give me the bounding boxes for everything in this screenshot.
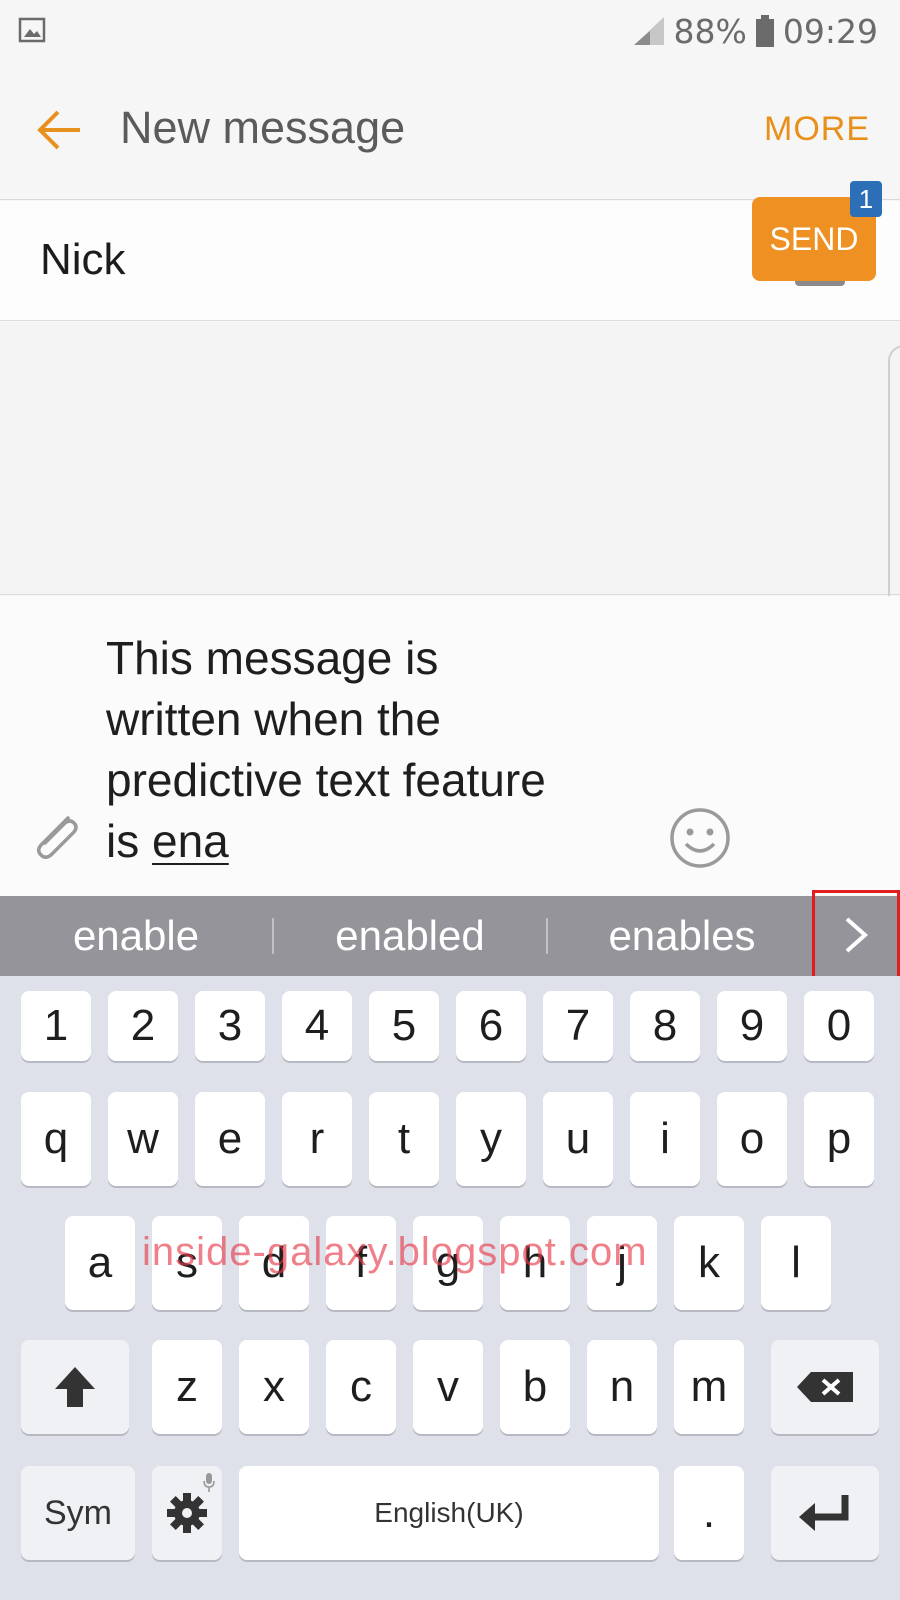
space-key[interactable]: English(UK) (239, 1466, 659, 1560)
key-z[interactable]: z (152, 1340, 222, 1434)
enter-icon (799, 1495, 849, 1531)
sim-badge: 1 (850, 181, 882, 217)
key-q[interactable]: q (21, 1092, 91, 1186)
message-line: predictive text feature (106, 754, 546, 806)
key-1[interactable]: 1 (21, 991, 91, 1061)
back-arrow-icon[interactable] (36, 108, 84, 152)
gallery-notification-icon (18, 17, 46, 43)
key-9[interactable]: 9 (717, 991, 787, 1061)
page-title: New message (120, 102, 406, 153)
key-j[interactable]: j (587, 1216, 657, 1310)
message-input[interactable]: This message is written when the predict… (106, 628, 666, 872)
compose-area: This message is written when the predict… (0, 596, 900, 896)
settings-key[interactable] (152, 1466, 222, 1560)
message-line-prefix: is (106, 815, 152, 867)
key-b[interactable]: b (500, 1340, 570, 1434)
gear-icon (167, 1493, 207, 1533)
chevron-right-icon (845, 917, 869, 953)
key-f[interactable]: f (326, 1216, 396, 1310)
message-line: is ena (106, 811, 666, 872)
signal-icon (633, 17, 664, 45)
key-h[interactable]: h (500, 1216, 570, 1310)
message-line: This message is (106, 632, 439, 684)
key-x[interactable]: x (239, 1340, 309, 1434)
key-s[interactable]: s (152, 1216, 222, 1310)
key-4[interactable]: 4 (282, 991, 352, 1061)
microphone-icon (203, 1473, 215, 1492)
composing-word: ena (152, 815, 229, 867)
battery-icon (755, 15, 774, 47)
key-d[interactable]: d (239, 1216, 309, 1310)
key-n[interactable]: n (587, 1340, 657, 1434)
conversation-area (0, 322, 900, 595)
shift-arrow-icon (55, 1367, 95, 1407)
recipient-name: Nick (40, 235, 126, 284)
suggestion-item[interactable]: enables (548, 896, 816, 976)
period-key[interactable]: . (674, 1466, 744, 1560)
status-right: 88% 09:29 (632, 8, 878, 54)
key-w[interactable]: w (108, 1092, 178, 1186)
key-m[interactable]: m (674, 1340, 744, 1434)
backspace-key[interactable] (771, 1340, 879, 1434)
key-l[interactable]: l (761, 1216, 831, 1310)
key-v[interactable]: v (413, 1340, 483, 1434)
app-header: New message MORE (0, 62, 900, 200)
status-bar: 88% 09:29 (0, 0, 900, 62)
key-g[interactable]: g (413, 1216, 483, 1310)
expand-suggestions-button[interactable] (812, 890, 900, 980)
message-line: written when the (106, 693, 441, 745)
backspace-icon (797, 1372, 853, 1402)
battery-percent: 88% (673, 11, 747, 51)
key-e[interactable]: e (195, 1092, 265, 1186)
key-k[interactable]: k (674, 1216, 744, 1310)
key-u[interactable]: u (543, 1092, 613, 1186)
enter-key[interactable] (771, 1466, 879, 1560)
key-a[interactable]: a (65, 1216, 135, 1310)
emoji-icon[interactable] (668, 806, 732, 870)
paperclip-icon[interactable] (28, 808, 84, 864)
key-y[interactable]: y (456, 1092, 526, 1186)
key-2[interactable]: 2 (108, 991, 178, 1061)
suggestion-item[interactable]: enabled (274, 896, 546, 976)
suggestion-item[interactable]: enable (0, 896, 272, 976)
more-button[interactable]: MORE (764, 110, 870, 149)
sym-key[interactable]: Sym (21, 1466, 135, 1560)
key-i[interactable]: i (630, 1092, 700, 1186)
key-o[interactable]: o (717, 1092, 787, 1186)
key-6[interactable]: 6 (456, 991, 526, 1061)
key-r[interactable]: r (282, 1092, 352, 1186)
key-t[interactable]: t (369, 1092, 439, 1186)
key-c[interactable]: c (326, 1340, 396, 1434)
shift-key[interactable] (21, 1340, 129, 1434)
clock: 09:29 (782, 11, 878, 51)
key-p[interactable]: p (804, 1092, 874, 1186)
suggestion-bar: enable enabled enables (0, 890, 900, 980)
key-8[interactable]: 8 (630, 991, 700, 1061)
key-7[interactable]: 7 (543, 991, 613, 1061)
key-5[interactable]: 5 (369, 991, 439, 1061)
key-3[interactable]: 3 (195, 991, 265, 1061)
key-0[interactable]: 0 (804, 991, 874, 1061)
